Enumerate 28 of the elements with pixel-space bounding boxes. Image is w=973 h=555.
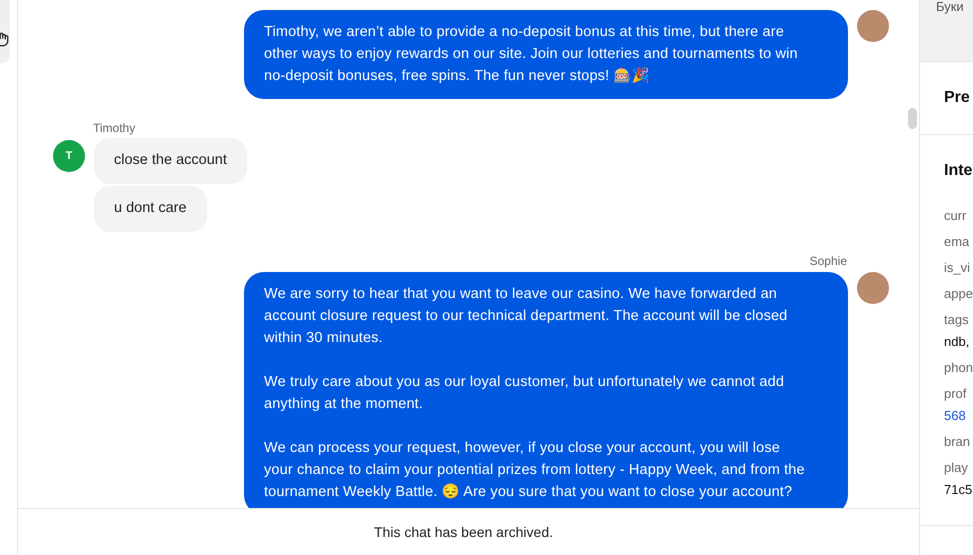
field-label: play	[944, 459, 969, 477]
field-label: is_vi	[944, 259, 972, 277]
field-label: curr	[944, 207, 968, 225]
sender-name: Sophie	[810, 253, 847, 270]
section-title: Inte	[944, 161, 973, 181]
scrollbar-thumb[interactable]	[908, 108, 917, 129]
field-label: prof	[944, 385, 968, 403]
avatar-photo-placeholder	[857, 10, 889, 42]
message-text: We can process your request, however, if you close your account, you will lose your chance to claim your potential prizes from lottery - Happy Week, and from the tournament Weekly Battle. 😔 Are you sure that you want to close your account?	[264, 439, 806, 502]
field-value[interactable]: 568	[944, 405, 973, 427]
field-label: phon	[944, 359, 973, 377]
field-value: ndb,	[944, 333, 970, 351]
map-label: Буки	[936, 0, 964, 16]
avatar-photo-placeholder	[857, 272, 889, 304]
message-text: We are sorry to hear that you want to leave our casino. We have forwarded an account closure request to our technical department. The account will be closed within 30 minutes.	[264, 285, 788, 348]
field-value: 71c5	[944, 481, 973, 499]
message-text: We truly care about you as our loyal customer, but unfortunately we cannot add anything at the moment.	[264, 373, 786, 414]
section-title: Pre	[944, 88, 971, 108]
sender-name: Timothy	[93, 120, 136, 136]
avatar: T	[53, 140, 85, 172]
message-bubble: close the account	[94, 138, 247, 184]
message-bubble: u dont care	[94, 186, 207, 232]
field-label: ema	[944, 233, 970, 251]
field-label: tags	[944, 311, 970, 329]
field-label: appe	[944, 285, 973, 303]
archived-notice: This chat has been archived.	[374, 522, 553, 542]
message-text: Timothy, we aren’t able to provide a no-deposit bonus at this time, but there are other ways to enjoy rewards on our site. Join our lotteries and tournaments to win no-deposit bonuses, free spins. The fun never stops! 🎰🎉	[264, 23, 799, 86]
field-label: bran	[944, 433, 972, 451]
